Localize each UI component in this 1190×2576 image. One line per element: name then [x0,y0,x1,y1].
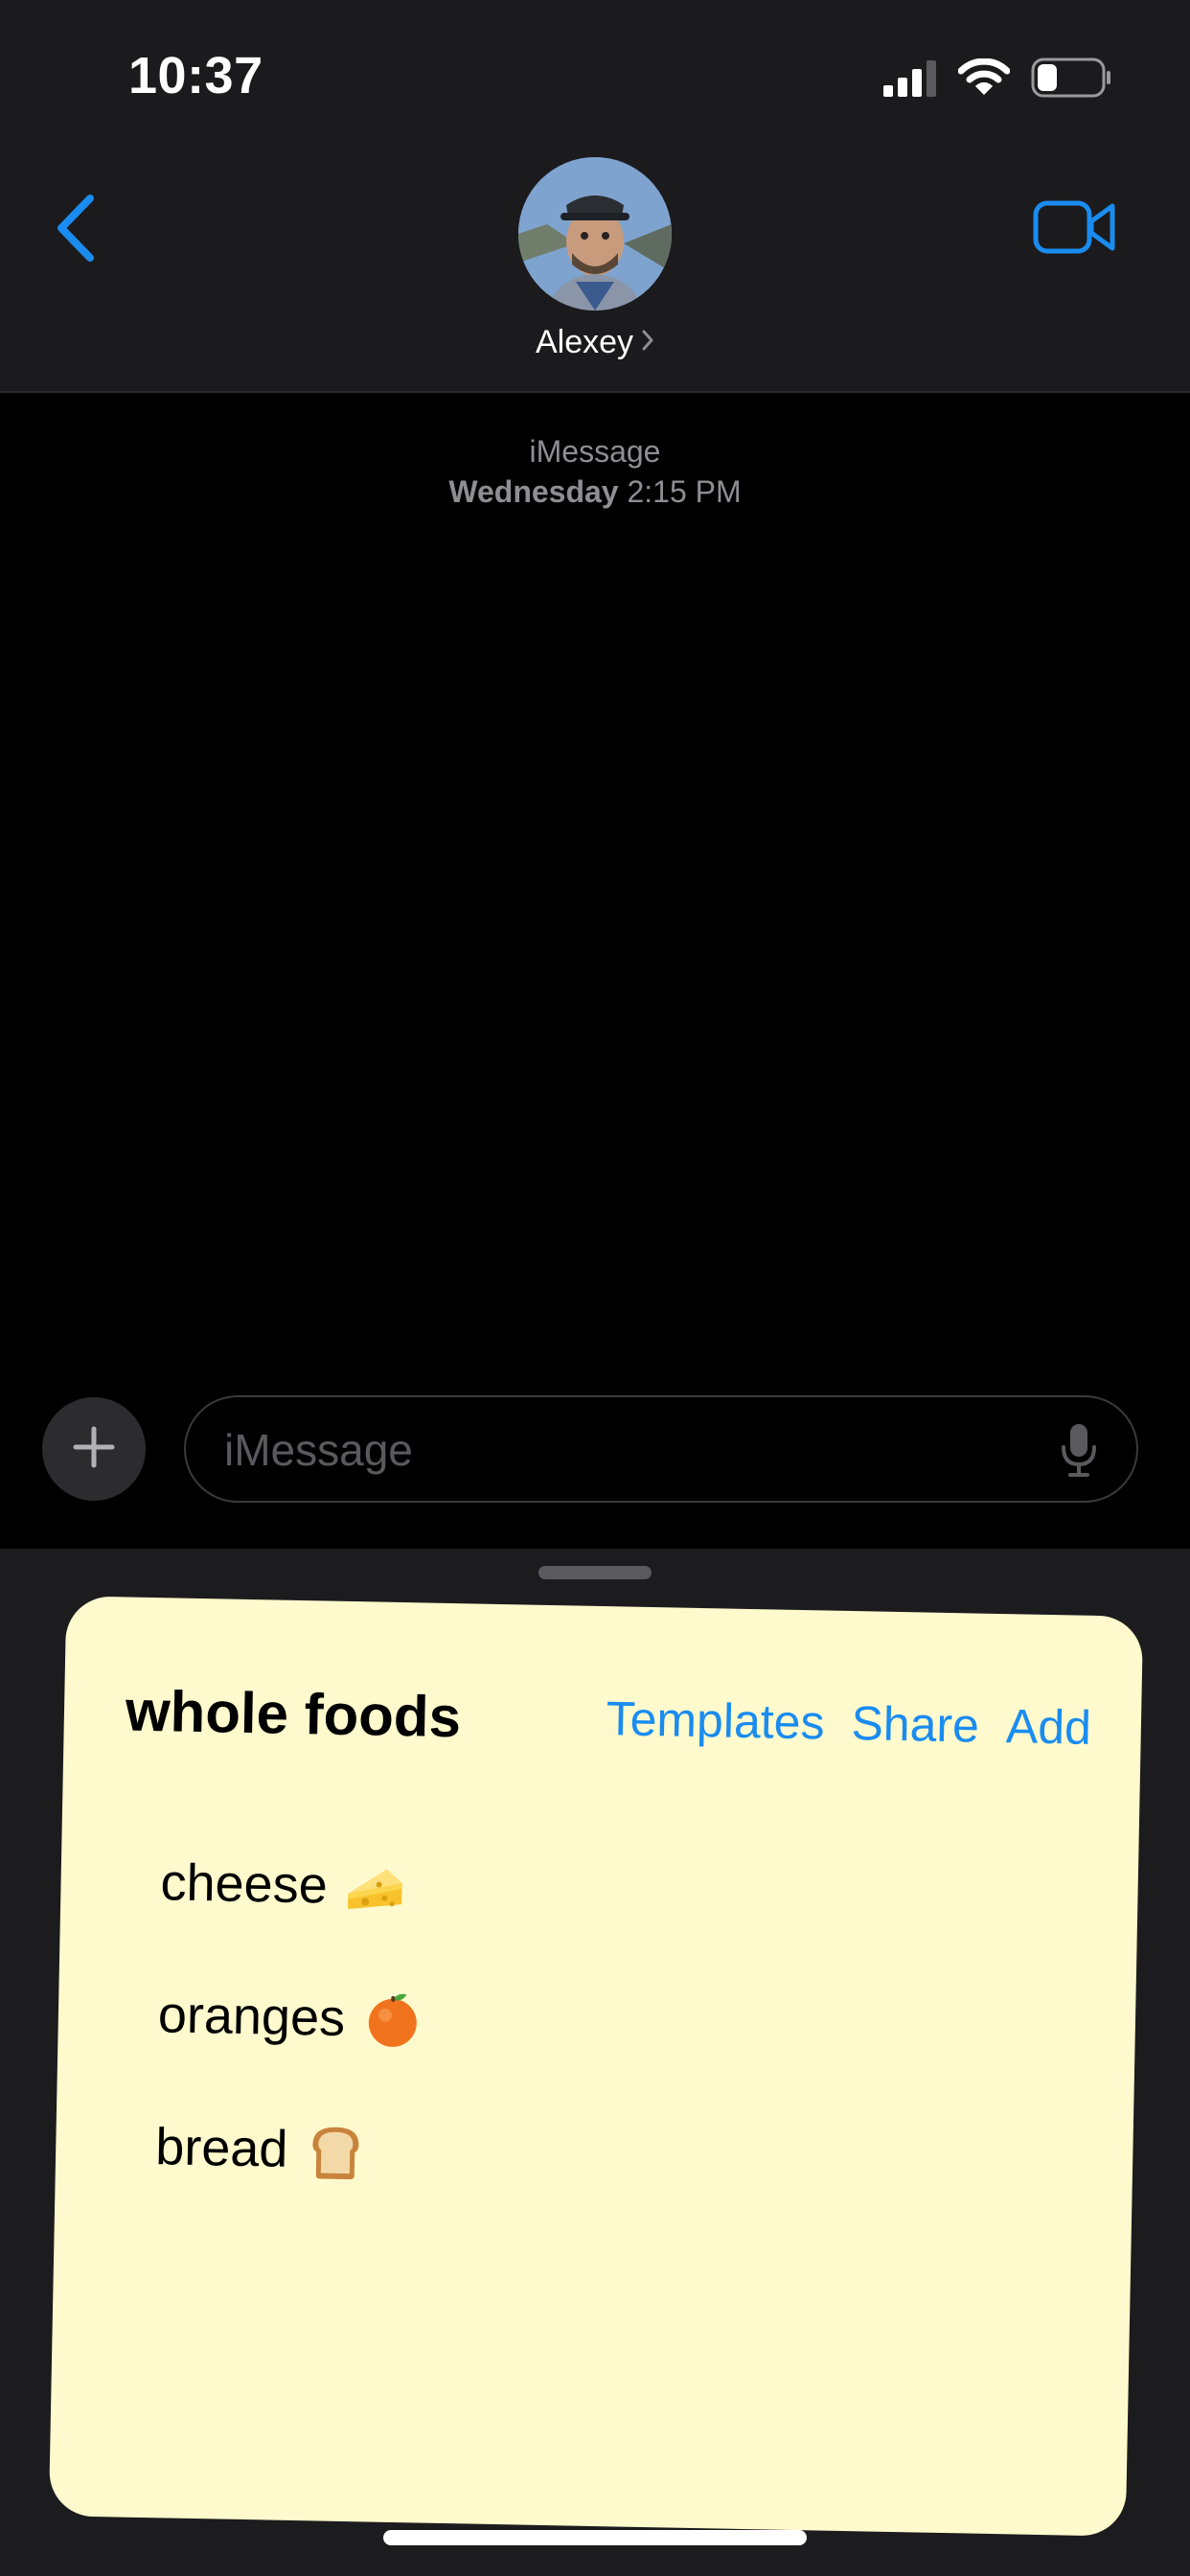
list-title: whole foods [125,1678,462,1750]
list-item[interactable]: oranges [157,1948,425,2085]
message-input-container [184,1395,1138,1503]
shopping-list-card: whole foods Templates Share Add cheese o… [48,1596,1144,2537]
orange-icon [361,1988,423,2050]
microphone-icon [1060,1424,1098,1482]
conversation-header: 10:37 Alexey [0,0,1190,393]
timestamp-line: Wednesday 2:15 PM [0,472,1190,512]
timestamp-time: 2:15 PM [627,474,742,509]
contact-name-row: Alexey [536,324,654,361]
imessage-app-drawer: whole foods Templates Share Add cheese o… [0,1549,1190,2576]
list-item-label: bread [154,2118,288,2178]
contact-info-button[interactable]: Alexey [0,157,1190,361]
avatar [518,157,672,310]
list-actions: Templates Share Add [606,1690,1091,1756]
app-drawer-button[interactable] [42,1397,146,1501]
wifi-icon [957,58,1011,102]
plus-icon [72,1425,116,1474]
list-items: cheese oranges bread [154,1816,427,2218]
status-icons [883,58,1111,103]
timestamp-day: Wednesday [448,474,619,509]
contact-name: Alexey [535,324,634,360]
message-input[interactable] [222,1397,1031,1503]
conversation-timestamp: iMessage Wednesday 2:15 PM [0,431,1190,512]
cheese-icon [344,1855,406,1918]
list-item[interactable]: cheese [159,1816,427,1953]
add-button[interactable]: Add [1005,1698,1091,1756]
status-time: 10:37 [128,47,263,104]
drawer-handle[interactable] [538,1566,652,1579]
bread-icon [305,2119,367,2181]
share-button[interactable]: Share [851,1695,980,1754]
list-item-label: cheese [160,1853,329,1915]
messages-screen: 10:37 Alexey iMessage Wednesday 2:15 PM … [0,0,1190,2576]
list-item-label: oranges [157,1986,346,2047]
list-item[interactable]: bread [154,2081,423,2218]
service-label: iMessage [529,434,661,469]
video-camera-icon [1032,198,1118,261]
cellular-signal-icon [883,58,937,102]
battery-icon [1031,58,1111,103]
templates-button[interactable]: Templates [606,1690,825,1750]
facetime-video-button[interactable] [1029,196,1121,262]
home-indicator [383,2530,807,2545]
chevron-right-icon [641,329,654,356]
dictation-button[interactable] [1060,1422,1098,1478]
